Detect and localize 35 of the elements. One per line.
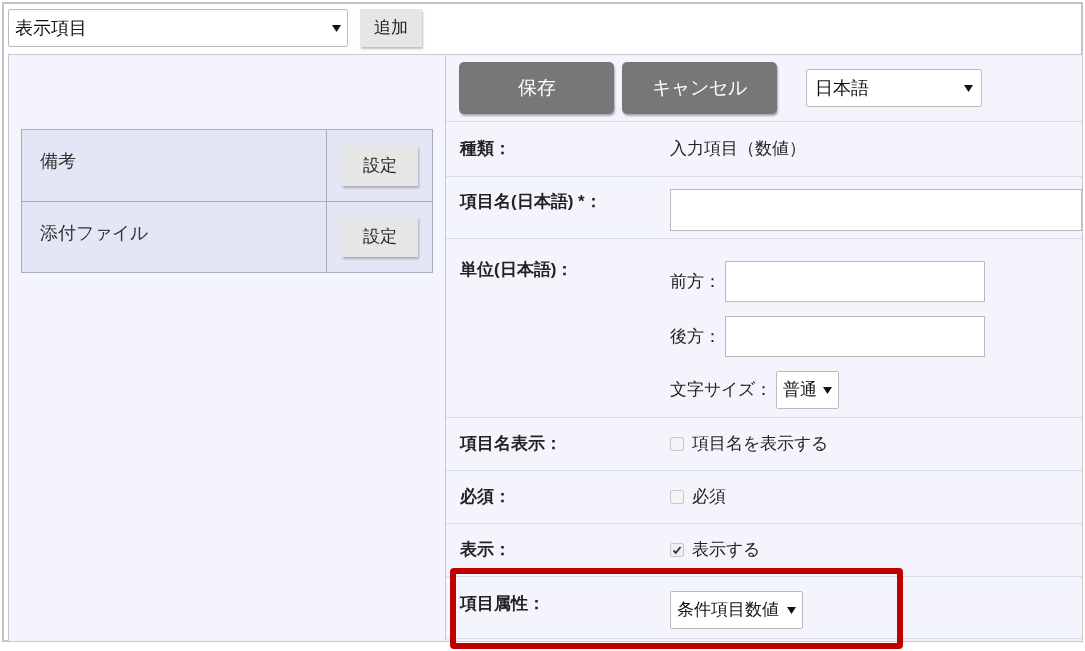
save-button[interactable]: 保存 <box>459 62 614 114</box>
checkbox[interactable] <box>670 437 684 451</box>
caret-icon <box>787 606 796 614</box>
input-field[interactable] <box>725 261 985 302</box>
field-label: 項目名表示： <box>460 434 562 454</box>
caret-icon <box>823 386 832 394</box>
settings-button[interactable]: 設定 <box>341 145 418 186</box>
field-label: 項目属性： <box>460 594 545 613</box>
checkbox-label: 項目名を表示する <box>692 433 828 456</box>
checkbox-label: 必須 <box>692 486 726 509</box>
caret-icon <box>964 84 973 92</box>
field-label: 単位(日本語)： <box>460 260 574 279</box>
language-dropdown[interactable]: 日本語 <box>806 69 982 107</box>
field-value: 入力項目（数値） <box>670 138 806 161</box>
add-button[interactable]: 追加 <box>360 9 422 47</box>
item-name: 備考 <box>40 151 76 171</box>
caret-icon <box>332 24 341 32</box>
cancel-button[interactable]: キャンセル <box>622 62 777 114</box>
attribute-dropdown[interactable]: 条件項目数値 <box>670 591 803 629</box>
checkbox[interactable] <box>670 490 684 504</box>
checkbox-label: 表示する <box>692 539 760 562</box>
checkbox[interactable] <box>670 543 684 557</box>
input-field[interactable] <box>725 316 985 357</box>
field-label: 項目名(日本語) *： <box>460 192 602 211</box>
settings-button[interactable]: 設定 <box>341 217 418 257</box>
display-item-dropdown[interactable]: 表示項目 <box>8 9 348 47</box>
field-label: 種類： <box>460 139 511 159</box>
field-label: 必須： <box>460 487 511 507</box>
item-name: 添付ファイル <box>40 223 148 243</box>
field-label: 文字サイズ： <box>670 379 772 402</box>
field-label: 後方： <box>670 325 721 348</box>
field-label: 表示： <box>460 540 511 560</box>
field-label: 前方： <box>670 270 721 293</box>
input-field[interactable] <box>670 189 1082 231</box>
size-dropdown[interactable]: 普通 <box>776 371 839 409</box>
